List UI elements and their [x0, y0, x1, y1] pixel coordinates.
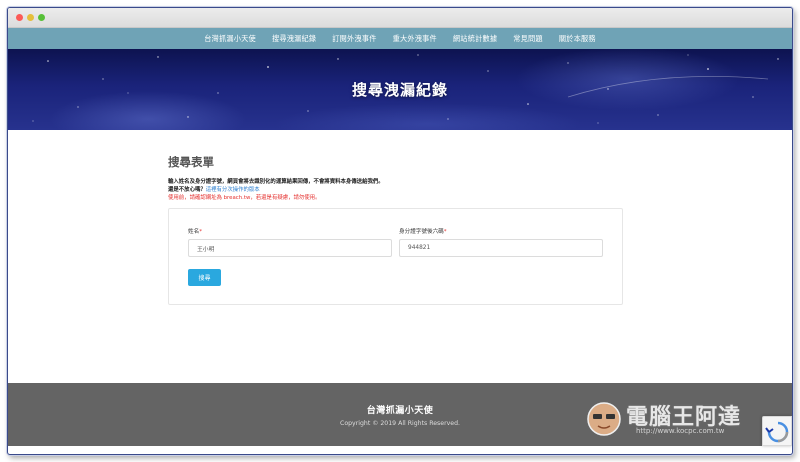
nav-item-home[interactable]: 台灣抓漏小天使 [204, 34, 256, 44]
footer-title: 台灣抓漏小天使 [366, 405, 434, 416]
footer-copyright: Copyright © 2019 All Rights Reserved. [340, 419, 460, 427]
form-title: 搜尋表單 [168, 155, 214, 169]
name-input[interactable]: 王小明 [188, 239, 392, 257]
site-watermark: 電腦王阿達 http://www.kocpc.com.tw [584, 397, 784, 441]
name-label-text: 姓名 [188, 229, 200, 235]
hero-banner: 搜尋洩漏紀錄 [8, 49, 792, 130]
required-mark: * [443, 229, 447, 235]
search-form-card: 姓名* 王小明 身分證字號後六碼* 944821 搜尋 [168, 208, 623, 305]
id-number-input[interactable]: 944821 [399, 239, 603, 257]
nav-item-search-records[interactable]: 搜尋洩漏紀錄 [272, 34, 316, 44]
browser-window: 台灣抓漏小天使 搜尋洩漏紀錄 訂閱外洩事件 重大外洩事件 網站統計數據 常見問題… [7, 7, 793, 455]
page-title: 搜尋洩漏紀錄 [351, 81, 448, 99]
top-navbar: 台灣抓漏小天使 搜尋洩漏紀錄 訂閱外洩事件 重大外洩事件 網站統計數據 常見問題… [8, 28, 792, 49]
form-question-text: 還是不放心嗎？ [168, 187, 206, 193]
form-warning-text: 使用前，請確認網址為 breach.tw，若還是有疑慮，請勿使用。 [168, 195, 321, 201]
window-titlebar [8, 8, 792, 28]
recaptcha-icon [765, 421, 789, 443]
name-field-group: 姓名* 王小明 [188, 227, 392, 257]
id-label: 身分證字號後六碼* [399, 227, 603, 235]
search-form-section: 搜尋表單 輸入姓名及身分證字號，網頁會將去識別化的運算結果回傳，不會將資料本身傳… [168, 154, 623, 305]
minimize-window-button[interactable] [27, 14, 34, 21]
page-footer: 台灣抓漏小天使 Copyright © 2019 All Rights Rese… [8, 383, 792, 446]
watermark-url: http://www.kocpc.com.tw [636, 427, 725, 435]
nav-item-statistics[interactable]: 網站統計數據 [453, 34, 497, 44]
mascot-logo-icon [587, 402, 621, 436]
nav-item-major-breaches[interactable]: 重大外洩事件 [393, 34, 437, 44]
nav-item-subscribe[interactable]: 訂閱外洩事件 [332, 34, 376, 44]
nav-item-faq[interactable]: 常見問題 [513, 34, 543, 44]
required-mark: * [199, 229, 202, 235]
form-intro-text: 輸入姓名及身分證字號，網頁會將去識別化的運算結果回傳，不會將資料本身傳送給我們。 [168, 179, 384, 185]
nav-item-about[interactable]: 關於本服務 [559, 34, 596, 44]
form-question-line: 還是不放心嗎？這裡有分次操作的版本 [168, 186, 623, 194]
id-label-text: 身分證字號後六碼 [399, 229, 444, 235]
close-window-button[interactable] [16, 14, 23, 21]
recaptcha-badge[interactable] [762, 416, 792, 446]
maximize-window-button[interactable] [38, 14, 45, 21]
search-button[interactable]: 搜尋 [188, 269, 221, 286]
id-field-group: 身分證字號後六碼* 944821 [399, 227, 603, 257]
main-content: 搜尋表單 輸入姓名及身分證字號，網頁會將去識別化的運算結果回傳，不會將資料本身傳… [8, 130, 792, 383]
name-label: 姓名* [188, 227, 392, 235]
step-by-step-version-link[interactable]: 這裡有分次操作的版本 [206, 187, 260, 193]
